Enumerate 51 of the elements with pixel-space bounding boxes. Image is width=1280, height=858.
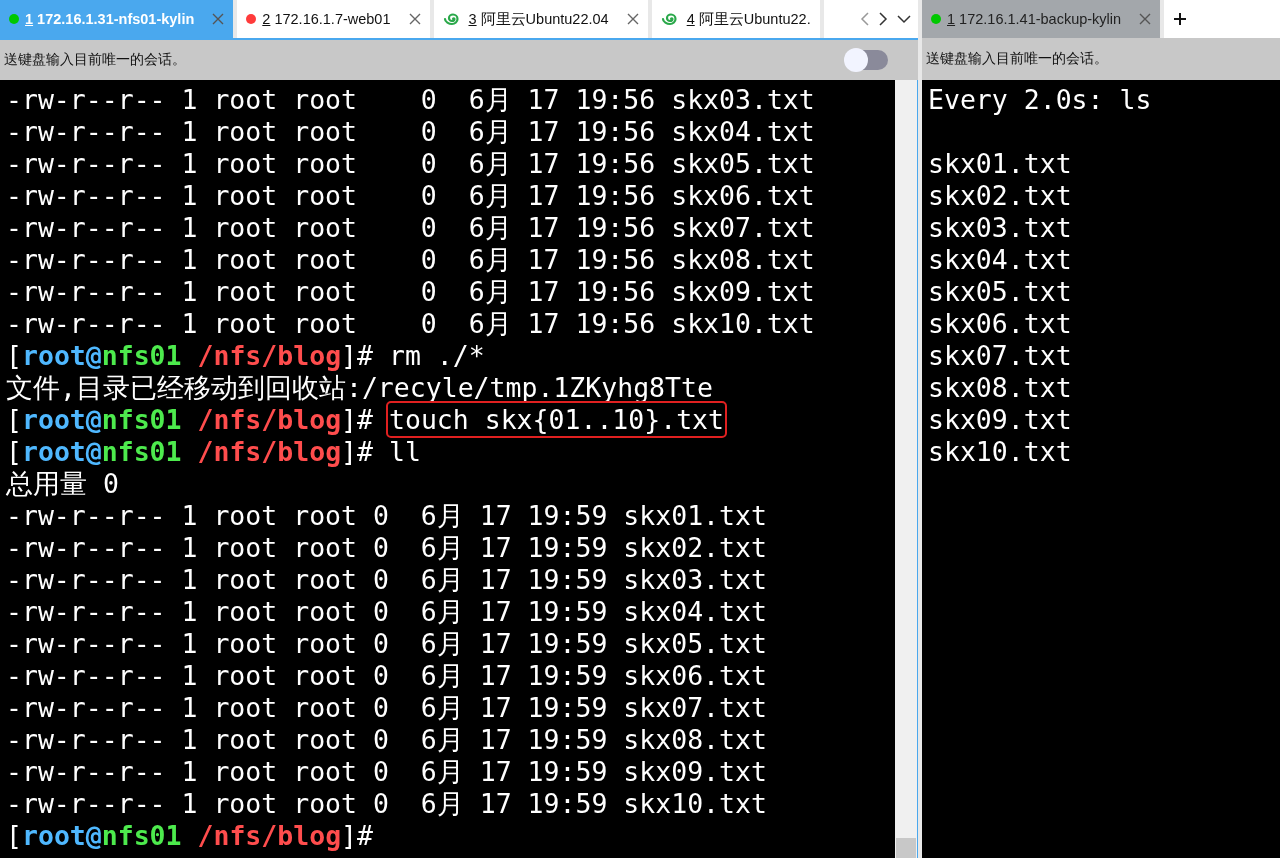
terminal-line: Every 2.0s: ls <box>928 84 1152 115</box>
terminal-line: skx07.txt <box>928 340 1072 371</box>
shell-prompt: [root@nfs01 /nfs/blog]# <box>6 820 374 851</box>
broadcast-notice: 送键盘输入目前唯一的会话。 <box>926 50 1108 68</box>
terminal-line: skx04.txt <box>928 244 1072 275</box>
terminal-line: -rw-r--r-- 1 root root 0 6月 17 19:59 skx04.txt <box>6 596 767 627</box>
terminal-line: skx08.txt <box>928 372 1072 403</box>
command-text: ll <box>389 436 421 467</box>
terminal-line: -rw-r--r-- 1 root root 0 6月 17 19:59 skx01.txt <box>6 500 767 531</box>
close-icon[interactable] <box>212 13 225 25</box>
terminal-line: skx02.txt <box>928 180 1072 211</box>
terminal-line: skx05.txt <box>928 276 1072 307</box>
terminal-line: -rw-r--r-- 1 root root 0 6月 17 19:56 skx07.txt <box>6 212 815 243</box>
terminal-line: -rw-r--r-- 1 root root 0 6月 17 19:59 skx05.txt <box>6 628 767 659</box>
terminal-line: -rw-r--r-- 1 root root 0 6月 17 19:59 skx03.txt <box>6 564 767 595</box>
terminal-line: -rw-r--r-- 1 root root 0 6月 17 19:59 skx08.txt <box>6 724 767 755</box>
terminal-line: skx06.txt <box>928 308 1072 339</box>
add-tab-icon[interactable] <box>1174 13 1187 25</box>
shell-prompt: [root@nfs01 /nfs/blog]# <box>6 340 374 371</box>
close-icon[interactable] <box>1139 13 1152 25</box>
terminal-line: 文件,目录已经移动到回收站:/recyle/tmp.1ZKyhg8Tte <box>6 372 713 403</box>
close-icon[interactable] <box>626 13 639 25</box>
terminal-line: skx09.txt <box>928 404 1072 435</box>
terminal-line: skx01.txt <box>928 148 1072 179</box>
terminal-line: -rw-r--r-- 1 root root 0 6月 17 19:59 skx06.txt <box>6 660 767 691</box>
shell-prompt: [root@nfs01 /nfs/blog]# <box>6 404 374 435</box>
terminal-line: skx03.txt <box>928 212 1072 243</box>
terminal-line: -rw-r--r-- 1 root root 0 6月 17 19:56 skx09.txt <box>6 276 815 307</box>
highlighted-command: touch skx{01..10}.txt <box>389 404 725 435</box>
terminal-line: -rw-r--r-- 1 root root 0 6月 17 19:59 skx10.txt <box>6 788 767 819</box>
terminal-line: -rw-r--r-- 1 root root 0 6月 17 19:56 skx10.txt <box>6 308 815 339</box>
scrollbar[interactable] <box>895 80 918 858</box>
dropdown-icon[interactable] <box>896 14 912 24</box>
terminal-line: skx10.txt <box>928 436 1072 467</box>
terminal-line: -rw-r--r-- 1 root root 0 6月 17 19:59 skx02.txt <box>6 532 767 563</box>
close-icon[interactable] <box>408 13 421 25</box>
shell-prompt: [root@nfs01 /nfs/blog]# <box>6 436 374 467</box>
terminal-line: 总用量 0 <box>6 468 119 499</box>
terminal-line: -rw-r--r-- 1 root root 0 6月 17 19:59 skx09.txt <box>6 756 767 787</box>
terminal-line: -rw-r--r-- 1 root root 0 6月 17 19:59 skx07.txt <box>6 692 767 723</box>
session-tab[interactable]: 1 172.16.1.41-backup-kylin <box>922 0 1165 38</box>
terminal-line: -rw-r--r-- 1 root root 0 6月 17 19:56 skx04.txt <box>6 116 815 147</box>
broadcast-notice: 送键盘输入目前唯一的会话。 <box>4 51 186 69</box>
command-text: rm ./* <box>389 340 485 371</box>
toggle-switch[interactable] <box>846 50 888 70</box>
terminal-line: -rw-r--r-- 1 root root 0 6月 17 19:56 skx03.txt <box>6 84 815 115</box>
terminal-line: -rw-r--r-- 1 root root 0 6月 17 19:56 skx06.txt <box>6 180 815 211</box>
terminal-line: -rw-r--r-- 1 root root 0 6月 17 19:56 skx08.txt <box>6 244 815 275</box>
scroll-right-icon[interactable] <box>878 11 888 27</box>
terminal-line: -rw-r--r-- 1 root root 0 6月 17 19:56 skx05.txt <box>6 148 815 179</box>
scroll-left-icon[interactable] <box>860 11 870 27</box>
